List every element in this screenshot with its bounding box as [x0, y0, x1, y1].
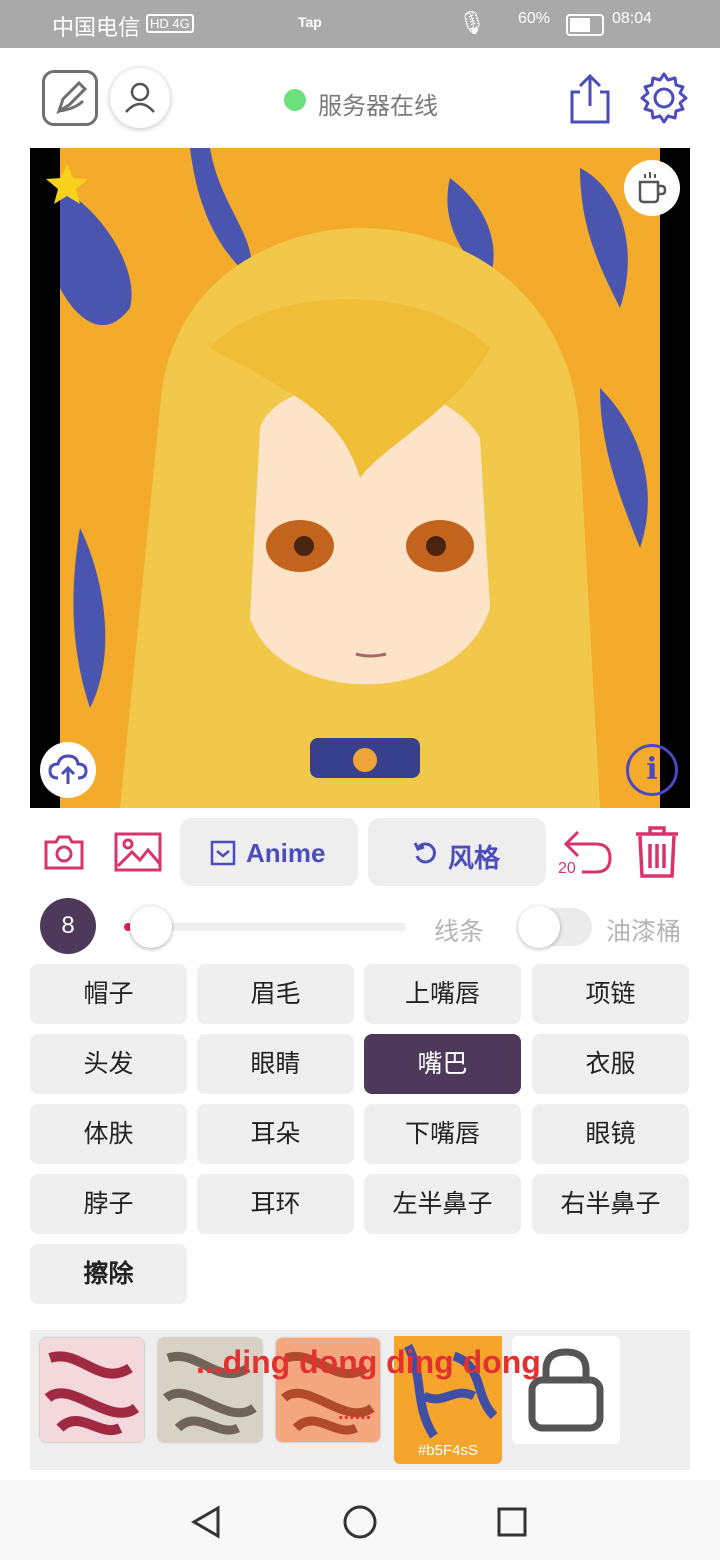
segment-label-button[interactable]: 右半鼻子	[532, 1174, 689, 1234]
coffee-cup-button[interactable]	[624, 160, 680, 216]
segment-label-button[interactable]: 眼睛	[197, 1034, 354, 1094]
brush-size-indicator: 8	[40, 898, 96, 954]
generated-portrait	[60, 148, 660, 808]
anime-mode-button[interactable]: Anime	[180, 818, 358, 886]
clear-button[interactable]	[632, 824, 682, 885]
segment-label-button[interactable]: 眉毛	[197, 964, 354, 1024]
account-button[interactable]	[110, 68, 170, 128]
toggle-thumb[interactable]	[518, 906, 560, 948]
segment-label-button[interactable]: 上嘴唇	[364, 964, 521, 1024]
segment-label-button[interactable]: 下嘴唇	[364, 1104, 521, 1164]
style-button[interactable]: 风格	[368, 818, 546, 886]
recents-icon[interactable]	[496, 1506, 528, 1538]
coffee-cup-icon	[638, 172, 667, 204]
camera-button[interactable]	[42, 832, 86, 877]
home-icon[interactable]	[342, 1504, 378, 1540]
pencil-square-icon	[56, 80, 88, 115]
back-icon[interactable]	[190, 1504, 222, 1540]
bucket-mode-label: 油漆桶	[606, 918, 682, 946]
style-thumb[interactable]	[40, 1338, 144, 1442]
server-status-text: 服务器在线	[318, 93, 438, 120]
gallery-button[interactable]	[114, 832, 162, 877]
battery-percent: 60%	[518, 10, 551, 27]
gear-icon	[640, 72, 688, 124]
status-bar: 中国电信 HD 4G Tap 🎙 60% 08:04	[0, 0, 720, 48]
segment-label-button[interactable]: 眼镜	[532, 1104, 689, 1164]
sketch-mode-button[interactable]	[42, 70, 98, 126]
camera-icon	[44, 835, 84, 870]
trash-icon	[636, 826, 678, 878]
mic-icon: 🎙	[458, 10, 486, 35]
user-icon	[125, 82, 155, 113]
line-mode-label: 线条	[434, 918, 485, 946]
system-nav-bar	[0, 1480, 720, 1560]
segment-label-button[interactable]: 脖子	[30, 1174, 187, 1234]
overlay-dots: ......	[338, 1402, 372, 1424]
refresh-icon	[413, 842, 436, 864]
style-label: 风格	[448, 843, 501, 873]
server-status-dot	[284, 89, 306, 111]
slider-thumb[interactable]	[130, 906, 172, 948]
carrier-text: 中国电信	[52, 15, 141, 40]
image-icon	[114, 832, 162, 872]
drawing-canvas[interactable]	[30, 148, 690, 808]
settings-button[interactable]	[636, 70, 692, 126]
overlay-text: ...ding dong ding dong	[196, 1344, 541, 1380]
segment-label-button[interactable]: 耳环	[197, 1174, 354, 1234]
segment-label-button[interactable]: 擦除	[30, 1244, 187, 1304]
segment-label-button[interactable]: 衣服	[532, 1034, 689, 1094]
cloud-upload-button[interactable]	[40, 742, 96, 798]
segment-label-button[interactable]: 体肤	[30, 1104, 187, 1164]
share-button[interactable]	[566, 72, 614, 126]
favorite-star-icon[interactable]	[44, 162, 90, 213]
app-badge: Tap	[298, 14, 322, 30]
segment-label-button[interactable]: 项链	[532, 964, 689, 1024]
share-icon	[570, 73, 610, 124]
checkbox-icon	[210, 840, 236, 866]
network-badge: HD 4G	[146, 14, 194, 33]
segment-label-button[interactable]: 帽子	[30, 964, 187, 1024]
segment-label-button[interactable]: 左半鼻子	[364, 1174, 521, 1234]
anime-label: Anime	[246, 838, 326, 868]
undo-count: 20	[558, 860, 576, 877]
cloud-upload-icon	[48, 754, 88, 784]
info-icon[interactable]: i	[626, 744, 678, 796]
segment-label-button[interactable]: 头发	[30, 1034, 187, 1094]
battery-icon	[566, 14, 604, 36]
segment-label-button[interactable]: 耳朵	[197, 1104, 354, 1164]
clock: 08:04	[612, 10, 653, 27]
segment-label-button[interactable]: 嘴巴	[364, 1034, 521, 1094]
selected-style-id: #b5F4sS	[417, 1442, 479, 1459]
